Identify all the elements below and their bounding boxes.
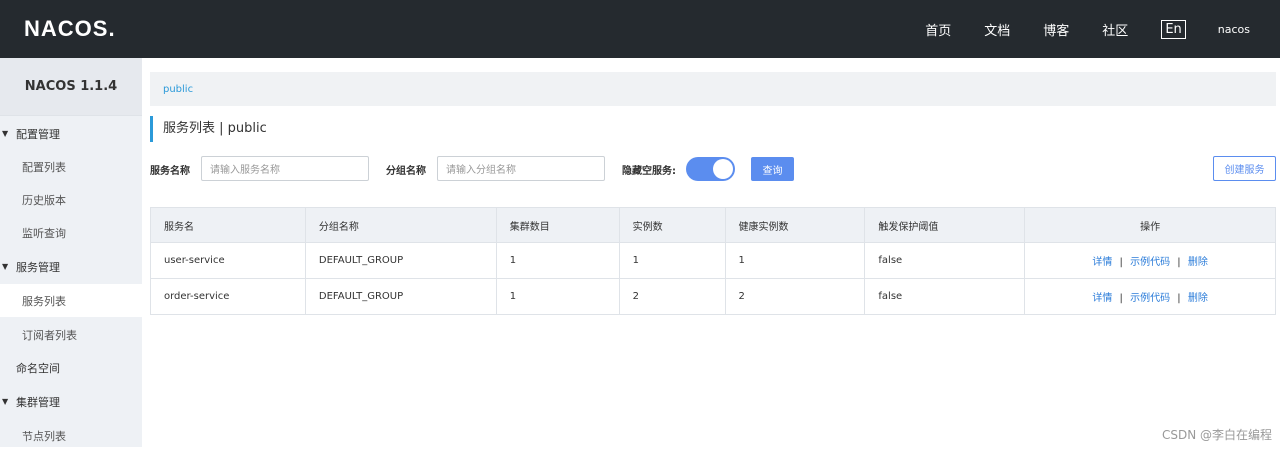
sidebar-item-subscriber-list[interactable]: 订阅者列表 [0,318,142,351]
cell-healthy-count: 1 [725,243,865,279]
sidebar-group-config-management[interactable]: ▼ 配置管理 [0,117,142,150]
cell-healthy-count: 2 [725,279,865,315]
sidebar-item-config-list[interactable]: 配置列表 [0,150,142,183]
sidebar: NACOS 1.1.4 ▼ 配置管理 配置列表 历史版本 监听查询 ▼ 服务管理… [0,58,142,447]
table-header-row: 服务名 分组名称 集群数目 实例数 健康实例数 触发保护阈值 操作 [151,208,1276,243]
cell-cluster-count: 1 [496,243,619,279]
col-instance-count: 实例数 [619,208,725,243]
table-row: order-service DEFAULT_GROUP 1 2 2 false … [151,279,1276,315]
create-service-button[interactable]: 创建服务 [1213,156,1276,181]
cell-cluster-count: 1 [496,279,619,315]
sidebar-item-label: 集群管理 [16,394,60,410]
cell-service-name: user-service [151,243,306,279]
sidebar-item-label: 节点列表 [22,428,66,444]
top-navbar: NACOS. 首页 文档 博客 社区 En nacos [0,0,1280,58]
col-healthy-count: 健康实例数 [725,208,865,243]
delete-link[interactable]: 删除 [1188,257,1208,268]
col-cluster-count: 集群数目 [496,208,619,243]
sidebar-item-label: 订阅者列表 [22,327,77,343]
breadcrumb: public [150,72,1276,106]
caret-down-icon: ▼ [2,262,8,271]
namespace-tab-public[interactable]: public [163,84,193,95]
service-name-label: 服务名称 [150,162,190,177]
sidebar-group-cluster-management[interactable]: ▼ 集群管理 [0,385,142,418]
group-name-input[interactable]: 请输入分组名称 [437,156,605,181]
hide-empty-toggle[interactable] [686,157,735,181]
op-separator: | [1120,257,1123,268]
cell-operations: 详情 | 示例代码 | 删除 [1025,243,1276,279]
table-row: user-service DEFAULT_GROUP 1 1 1 false 详… [151,243,1276,279]
nav-docs[interactable]: 文档 [984,20,1010,39]
cell-instance-count: 2 [619,279,725,315]
sidebar-group-service-management[interactable]: ▼ 服务管理 [0,250,142,283]
cell-group-name: DEFAULT_GROUP [305,243,496,279]
page-title: 服务列表 | public [150,116,267,142]
cell-operations: 详情 | 示例代码 | 删除 [1025,279,1276,315]
sidebar-item-label: 命名空间 [16,360,60,376]
op-separator: | [1120,293,1123,304]
cell-protect-threshold: false [865,279,1025,315]
cell-protect-threshold: false [865,243,1025,279]
filter-bar: 服务名称 请输入服务名称 分组名称 请输入分组名称 隐藏空服务: 查询 创建服务 [150,156,1276,182]
query-button[interactable]: 查询 [751,157,794,181]
sidebar-item-label: 监听查询 [22,225,66,241]
sidebar-item-history[interactable]: 历史版本 [0,183,142,216]
delete-link[interactable]: 删除 [1188,293,1208,304]
toggle-knob [713,159,733,179]
sidebar-item-node-list[interactable]: 节点列表 [0,419,142,452]
service-name-input[interactable]: 请输入服务名称 [201,156,369,181]
sidebar-item-label: 历史版本 [22,192,66,208]
sidebar-item-label: 配置管理 [16,126,60,142]
col-operations: 操作 [1025,208,1276,243]
sidebar-item-label: 配置列表 [22,159,66,175]
caret-down-icon: ▼ [2,397,8,406]
caret-down-icon: ▼ [2,129,8,138]
main-content: public 服务列表 | public 服务名称 请输入服务名称 分组名称 请… [150,72,1276,106]
top-nav: 首页 文档 博客 社区 En nacos [925,0,1280,58]
col-service-name: 服务名 [151,208,306,243]
nacos-logo[interactable]: NACOS. [24,16,116,42]
sidebar-item-namespace[interactable]: 命名空间 [0,351,142,384]
sidebar-item-label: 服务列表 [22,293,66,309]
cell-group-name: DEFAULT_GROUP [305,279,496,315]
user-menu[interactable]: nacos [1218,23,1250,36]
nav-home[interactable]: 首页 [925,20,951,39]
sidebar-title: NACOS 1.1.4 [0,58,142,116]
op-separator: | [1177,257,1180,268]
col-group-name: 分组名称 [305,208,496,243]
language-switch-button[interactable]: En [1161,20,1185,39]
hide-empty-label: 隐藏空服务: [622,162,676,177]
detail-link[interactable]: 详情 [1092,293,1112,304]
sample-code-link[interactable]: 示例代码 [1130,257,1170,268]
cell-service-name: order-service [151,279,306,315]
col-protect-threshold: 触发保护阈值 [865,208,1025,243]
detail-link[interactable]: 详情 [1092,257,1112,268]
nav-community[interactable]: 社区 [1102,20,1128,39]
watermark: CSDN @李白在编程 [1162,426,1272,443]
sidebar-item-label: 服务管理 [16,259,60,275]
group-name-label: 分组名称 [386,162,426,177]
nav-blog[interactable]: 博客 [1043,20,1069,39]
sample-code-link[interactable]: 示例代码 [1130,293,1170,304]
sidebar-item-listener-query[interactable]: 监听查询 [0,216,142,249]
sidebar-item-service-list[interactable]: 服务列表 [0,284,142,317]
service-table: 服务名 分组名称 集群数目 实例数 健康实例数 触发保护阈值 操作 user-s… [150,207,1276,315]
op-separator: | [1177,293,1180,304]
cell-instance-count: 1 [619,243,725,279]
